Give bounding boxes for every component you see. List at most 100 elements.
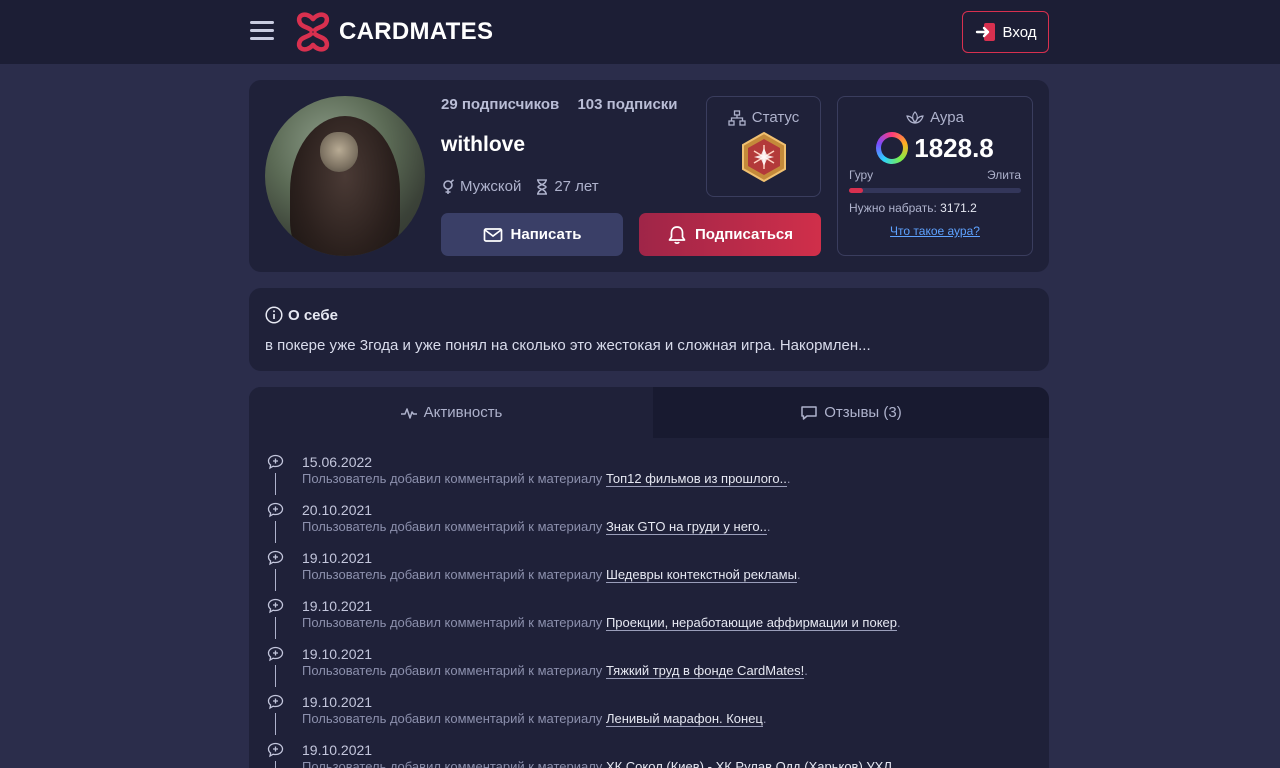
feed-suffix: . — [762, 711, 767, 726]
aura-progress-bar — [849, 188, 1021, 193]
about-text: в покере уже 3года и уже понял на скольк… — [265, 337, 871, 354]
age-label: 27 лет — [554, 178, 599, 195]
aura-number: 1828.8 — [914, 132, 994, 163]
timeline-line — [275, 761, 276, 768]
feed-date: 15.06.2022 — [302, 454, 373, 470]
comment-add-icon — [267, 694, 284, 710]
profile-meta: Мужской 27 лет — [441, 178, 613, 195]
login-button[interactable]: Вход — [962, 11, 1049, 53]
feed-prefix: Пользователь добавил комментарий к матер… — [302, 663, 603, 678]
tab-activity[interactable]: Активность — [249, 387, 653, 438]
feed-text: Пользователь добавил комментарий к матер… — [302, 663, 808, 679]
feed-material-link[interactable]: Знак GTO на груди у него.. — [605, 519, 767, 535]
login-label: Вход — [1002, 23, 1037, 41]
feed-date: 19.10.2021 — [302, 646, 373, 662]
feed-text: Пользователь добавил комментарий к матер… — [302, 759, 892, 768]
followers-count[interactable]: 29 подписчиков — [441, 96, 559, 113]
feed-text: Пользователь добавил комментарий к матер… — [302, 711, 767, 727]
feed-item: 19.10.2021 Пользователь добавил комментар… — [249, 534, 1049, 591]
follow-stats: 29 подписчиков 103 подписки — [441, 96, 692, 113]
gender-info: Мужской — [441, 178, 521, 195]
feed-date: 19.10.2021 — [302, 742, 373, 758]
tab-reviews[interactable]: Отзывы (3) — [653, 387, 1049, 438]
feed-suffix: . — [766, 519, 771, 534]
feed-text: Пользователь добавил комментарий к матер… — [302, 567, 801, 583]
feed-text: Пользователь добавил комментарий к матер… — [302, 615, 901, 631]
hierarchy-icon — [728, 109, 746, 126]
comment-add-icon — [267, 454, 284, 470]
what-is-aura-link[interactable]: Что такое аура? — [838, 224, 1032, 238]
feed-prefix: Пользователь добавил комментарий к матер… — [302, 759, 603, 768]
feed-suffix: . — [796, 567, 801, 582]
write-message-button[interactable]: Написать — [441, 213, 623, 256]
comment-add-icon — [267, 646, 284, 662]
subscribe-button[interactable]: Подписаться — [639, 213, 821, 256]
about-title: О себе — [265, 306, 338, 324]
feed-prefix: Пользователь добавил комментарий к матер… — [302, 471, 603, 486]
status-badge — [741, 131, 786, 183]
envelope-icon — [483, 227, 502, 242]
gender-label: Мужской — [460, 178, 522, 195]
feed-material-link[interactable]: Проекции, неработающие аффирмации и поке… — [605, 615, 897, 631]
feed-material-link[interactable]: Шедевры контекстной рекламы — [605, 567, 797, 583]
aura-level-next: Элита — [987, 168, 1021, 182]
status-box[interactable]: Статус — [706, 96, 821, 197]
aura-need-value: 3171.2 — [940, 201, 977, 215]
feed-suffix: . — [804, 663, 808, 678]
feed-item: 20.10.2021 Пользователь добавил комментар… — [249, 486, 1049, 543]
feed-text: Пользователь добавил комментарий к матер… — [302, 519, 771, 535]
subscribe-label: Подписаться — [694, 226, 794, 243]
feed-date: 19.10.2021 — [302, 598, 373, 614]
feed-prefix: Пользователь добавил комментарий к матер… — [302, 615, 603, 630]
avatar — [265, 96, 425, 256]
aura-levels: Гуру Элита — [838, 168, 1032, 182]
feed-text: Пользователь добавил комментарий к матер… — [302, 471, 791, 487]
hourglass-icon — [537, 178, 548, 195]
feed-item: 19.10.2021 Пользователь добавил комментар… — [249, 678, 1049, 735]
feed-material-link[interactable]: ХК Сокол (Киев) - ХК Рулав Одд (Харьков)… — [605, 759, 892, 768]
comment-add-icon — [267, 550, 284, 566]
info-icon — [265, 306, 283, 324]
write-message-label: Написать — [510, 226, 582, 243]
profile-tabs: Активность Отзывы (3) — [249, 387, 1049, 438]
comment-add-icon — [267, 502, 284, 518]
feed-date: 19.10.2021 — [302, 550, 373, 566]
status-title: Статус — [707, 109, 820, 126]
feed-date: 20.10.2021 — [302, 502, 373, 518]
following-count[interactable]: 103 подписки — [577, 96, 677, 113]
aura-progress-fill — [849, 188, 863, 193]
cardmates-logo-icon — [296, 12, 330, 52]
feed-suffix: . — [897, 615, 901, 630]
feed-prefix: Пользователь добавил комментарий к матер… — [302, 567, 603, 582]
comment-add-icon — [267, 598, 284, 614]
feed-suffix: . — [786, 471, 791, 486]
feed-prefix: Пользователь добавил комментарий к матер… — [302, 519, 603, 534]
feed-date: 19.10.2021 — [302, 694, 373, 710]
lotus-icon — [906, 110, 924, 124]
comment-add-icon — [267, 742, 284, 758]
pulse-icon — [400, 407, 417, 419]
aura-title: Аура — [838, 109, 1032, 126]
feed-material-link[interactable]: Ленивый марафон. Конец — [605, 711, 763, 727]
feed-material-link[interactable]: Тяжкий труд в фонде CardMates! — [605, 663, 805, 679]
feed-item: 15.06.2022 Пользователь добавил комментар… — [249, 438, 1049, 495]
feed-material-link[interactable]: Топ12 фильмов из прошлого.. — [605, 471, 787, 487]
aura-ring-icon — [876, 132, 909, 164]
brand-logo[interactable]: CARDMATES — [292, 11, 493, 53]
activity-card: Активность Отзывы (3) 15.06.2022 Пользова… — [249, 387, 1049, 768]
login-icon — [975, 23, 995, 41]
feed-item: 19.10.2021 Пользователь добавил комментар… — [249, 630, 1049, 687]
comment-icon — [801, 405, 818, 420]
username: withlove — [441, 133, 526, 156]
aura-need: Нужно набрать: 3171.2 — [849, 201, 977, 215]
bell-icon — [668, 225, 686, 244]
feed-item: 19.10.2021 Пользователь добавил комментар… — [249, 582, 1049, 639]
feed-item: 19.10.2021 Пользователь добавил комментар… — [249, 726, 1049, 768]
menu-burger-icon[interactable] — [250, 21, 274, 41]
aura-level-current: Гуру — [849, 168, 874, 182]
age-info: 27 лет — [535, 178, 599, 195]
feed-prefix: Пользователь добавил комментарий к матер… — [302, 711, 603, 726]
aura-value: 1828.8 — [838, 132, 1032, 164]
gender-icon — [443, 178, 455, 194]
aura-box: Аура 1828.8 Гуру Элита Нужно набрать: 31… — [837, 96, 1033, 256]
